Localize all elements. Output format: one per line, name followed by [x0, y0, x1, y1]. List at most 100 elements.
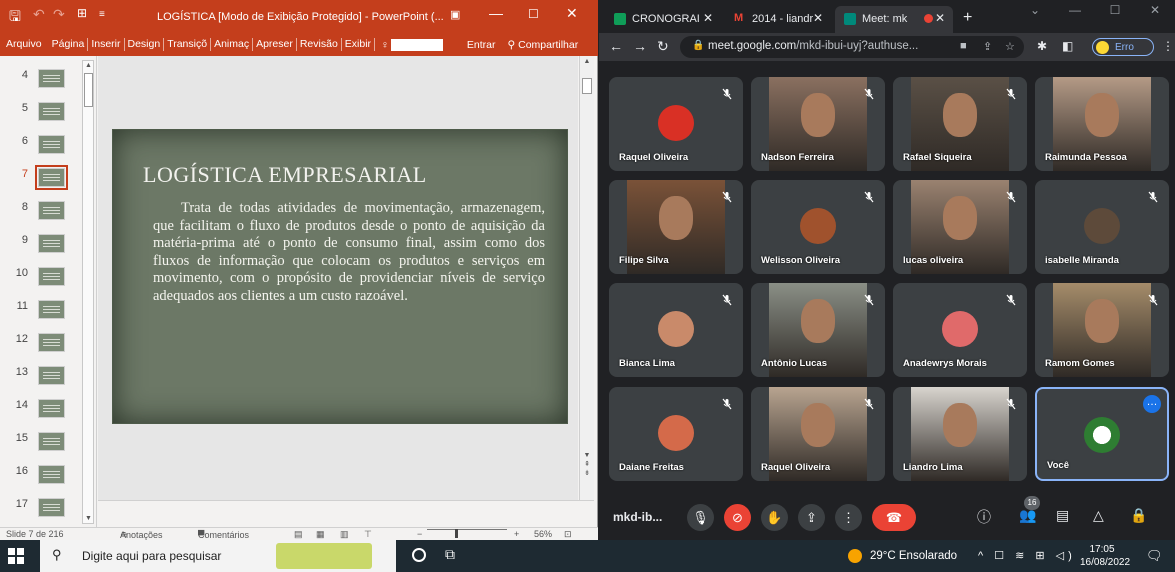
lock-icon[interactable]: 🔒 [692, 40, 704, 51]
participant-tile[interactable]: Raquel Oliveira [609, 77, 743, 171]
tab-revisao[interactable]: Revisão [297, 38, 342, 51]
reload-icon[interactable]: ↻ [657, 38, 669, 55]
meeting-info-icon[interactable]: ⓘ [977, 507, 991, 527]
slideshow-icon[interactable]: ⊤ [364, 529, 372, 540]
camera-in-use-icon[interactable]: ■ [960, 40, 967, 52]
fit-slide-icon[interactable]: ⊡ [564, 529, 572, 540]
zoom-slider-knob[interactable] [455, 529, 458, 538]
chrome-menu-icon[interactable]: ⋮ [1162, 39, 1174, 53]
present-screen-button[interactable]: ⇪ [798, 504, 825, 531]
undo-icon[interactable]: ↶ [33, 6, 45, 23]
tile-more-options-icon[interactable]: … [1143, 395, 1161, 413]
tab-arquivo[interactable]: Arquivo [0, 38, 45, 51]
scroll-thumb[interactable] [84, 73, 93, 107]
editor-scrollbar[interactable]: ▲ ▼ ⇞ ⇟ [579, 56, 594, 500]
cortana-icon[interactable] [412, 548, 426, 562]
lightbulb-icon[interactable]: ♀ [381, 39, 389, 51]
back-icon[interactable]: ← [609, 38, 623, 54]
tab-inserir[interactable]: Inserir [88, 38, 125, 51]
participant-tile[interactable]: Raimunda Pessoa [1035, 77, 1169, 171]
chat-icon[interactable]: ▤ [1056, 507, 1069, 524]
slide-thumbnail[interactable]: 15 [0, 424, 80, 458]
slide-thumbnail[interactable]: 9 [0, 226, 80, 260]
slide-thumbnail[interactable]: 5 [0, 94, 80, 128]
scroll-up-icon[interactable]: ▲ [582, 58, 592, 68]
notification-icon[interactable]: 🗨 [1146, 548, 1163, 564]
slide-thumbnail[interactable]: 4 [0, 61, 80, 95]
participant-tile[interactable]: Ramom Gomes [1035, 283, 1169, 377]
participant-tile[interactable]: Antônio Lucas [751, 283, 885, 377]
participant-tile[interactable]: Filipe Silva [609, 180, 743, 274]
maximize-icon[interactable]: ☐ [1095, 0, 1135, 20]
host-controls-icon[interactable]: 🔒 [1130, 507, 1147, 524]
zoom-level[interactable]: 56% [534, 529, 552, 539]
end-call-button[interactable]: ☎ [872, 504, 916, 531]
bookmark-star-icon[interactable]: ☆ [1005, 40, 1015, 53]
tab-apresentacao[interactable]: Apreser [253, 38, 297, 51]
redo-icon[interactable]: ↷ [53, 6, 65, 23]
thumbnail-scrollbar[interactable]: ▲ ▼ [82, 60, 94, 524]
close-icon[interactable]: ✕ [566, 5, 578, 22]
tab-transicoes[interactable]: Transiçõ [164, 38, 212, 51]
activities-icon[interactable]: △ [1093, 507, 1104, 524]
notes-area[interactable] [98, 500, 594, 527]
browser-tab-active[interactable]: Meet: mk ✕ [835, 6, 953, 33]
zoom-slider[interactable] [427, 529, 507, 530]
tab-search-icon[interactable]: ⌄ [1015, 0, 1055, 20]
minimize-icon[interactable]: — [489, 5, 503, 21]
maximize-icon[interactable]: ☐ [528, 7, 539, 21]
task-view-icon[interactable]: ⧉ [445, 546, 455, 563]
share-page-icon[interactable]: ⇪ [983, 40, 992, 53]
weather-sun-icon[interactable] [848, 549, 862, 563]
save-icon[interactable]: 🖫 [9, 6, 21, 30]
scroll-thumb[interactable] [582, 78, 592, 94]
page-nav-icon[interactable]: ▼ ⇞ ⇟ [582, 451, 592, 478]
participant-tile[interactable]: Rafael Siqueira [893, 77, 1027, 171]
microphone-button[interactable]: 🎙 [687, 504, 714, 531]
slide-title[interactable]: LOGÍSTICA EMPRESARIAL [143, 162, 427, 188]
tab-design[interactable]: Design [125, 38, 165, 51]
minimize-icon[interactable]: — [1055, 0, 1095, 20]
slide-thumbnail[interactable]: 16 [0, 457, 80, 491]
meeting-code[interactable]: mkd-ib... [613, 510, 662, 524]
side-panel-icon[interactable]: ◧ [1062, 39, 1073, 53]
ribbon-display-icon[interactable]: ▣ [450, 8, 460, 21]
self-participant-tile[interactable]: … Você [1035, 387, 1169, 481]
participant-tile[interactable]: Bianca Lima [609, 283, 743, 377]
taskbar-search[interactable]: ⚲ Digite aqui para pesquisar [40, 540, 396, 572]
slide-thumbnail[interactable]: 10 [0, 259, 80, 293]
slide-thumbnail-selected[interactable]: 7 [0, 160, 80, 194]
camera-off-button[interactable]: ⊘ [724, 504, 751, 531]
scroll-up-icon[interactable]: ▲ [84, 61, 93, 70]
windows-start-icon[interactable] [8, 548, 24, 564]
scroll-down-icon[interactable]: ▼ [84, 514, 93, 523]
slide-thumbnail[interactable]: 12 [0, 325, 80, 359]
sign-in-link[interactable]: Entrar [467, 39, 496, 51]
zoom-out-icon[interactable]: − [417, 529, 422, 539]
extensions-icon[interactable]: ✱ [1037, 39, 1047, 53]
present-from-start-icon[interactable]: ⊞ [77, 6, 87, 20]
participant-tile[interactable]: isabelle Miranda [1035, 180, 1169, 274]
participant-tile[interactable]: Liandro Lima [893, 387, 1027, 481]
close-tab-icon[interactable]: ✕ [703, 11, 713, 25]
new-tab-icon[interactable]: + [963, 9, 972, 27]
slide-thumbnail[interactable]: 6 [0, 127, 80, 161]
system-tray-icons[interactable]: ^ ☐ ≋ ⊞ ◁) [978, 549, 1076, 562]
close-icon[interactable]: ✕ [1135, 0, 1175, 20]
browser-tab[interactable]: CRONOGRAI ✕ [605, 6, 721, 33]
slide-thumbnail[interactable]: 17 [0, 490, 80, 524]
browser-tab[interactable]: M 2014 - liandr ✕ [725, 6, 831, 33]
participant-tile[interactable]: Daiane Freitas [609, 387, 743, 481]
slide-thumbnail[interactable]: 11 [0, 292, 80, 326]
more-options-button[interactable]: ⋮ [835, 504, 862, 531]
address-bar[interactable]: 🔒 meet.google.com/mkd-ibui-uyj?authuse..… [680, 36, 1024, 58]
weather-text[interactable]: 29°C Ensolarado [870, 550, 957, 562]
share-button[interactable]: ⚲ Compartilhar [508, 39, 579, 51]
participant-tile[interactable]: Nadson Ferreira [751, 77, 885, 171]
close-tab-icon[interactable]: ✕ [813, 11, 823, 25]
participant-tile[interactable]: lucas oliveira [893, 180, 1027, 274]
tell-me-input[interactable] [390, 38, 443, 51]
people-icon[interactable]: 👥 [1019, 507, 1036, 524]
normal-view-icon[interactable]: ▤ [294, 529, 303, 540]
customize-toolbar-icon[interactable]: ≡ [99, 9, 105, 20]
